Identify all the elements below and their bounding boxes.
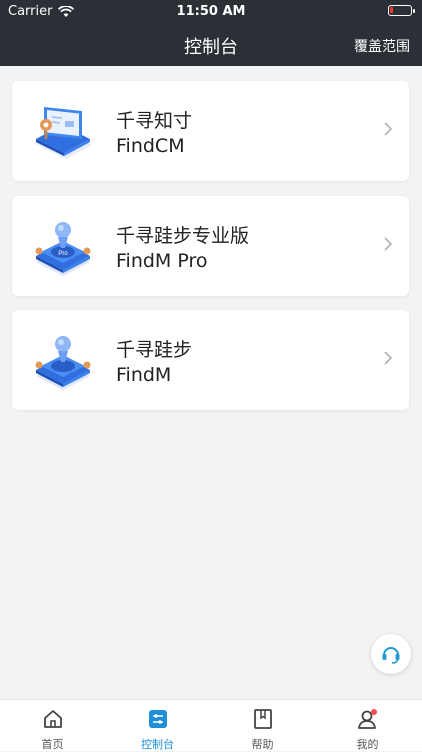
chevron-right-icon <box>384 122 393 136</box>
headset-icon <box>382 647 400 664</box>
product-subtitle: FindM Pro <box>116 250 208 272</box>
product-name: 千寻跬步专业版 <box>116 225 250 247</box>
battery-icon <box>388 5 415 16</box>
tab-help[interactable]: 帮助 <box>210 700 315 751</box>
product-subtitle: FindM <box>116 364 172 386</box>
product-card-findm[interactable]: 千寻跬步 FindM <box>12 310 409 410</box>
svg-text:Pro: Pro <box>58 251 68 257</box>
profile-icon <box>358 709 377 729</box>
nav-bar: 控制台 覆盖范围 <box>0 24 422 66</box>
product-name: 千寻知寸 <box>116 110 193 132</box>
chevron-right-icon <box>384 351 393 365</box>
tab-profile[interactable]: 我的 <box>315 700 420 751</box>
tab-home[interactable]: 首页 <box>0 700 105 751</box>
home-icon <box>44 710 62 728</box>
pro-positioning-illustration: Pro <box>35 222 91 276</box>
positioning-illustration <box>35 336 91 390</box>
product-name: 千寻跬步 <box>116 339 193 361</box>
product-card-findm-pro[interactable]: Pro 千寻跬步专业版 FindM Pro <box>12 196 409 296</box>
chevron-right-icon <box>384 237 393 251</box>
header: Carrier 11:50 AM 控制台 覆盖范围 <box>0 0 422 66</box>
product-subtitle: FindCM <box>116 135 185 157</box>
tab-console[interactable]: 控制台 <box>105 700 210 751</box>
product-card-findcm[interactable]: 千寻知寸 FindCM <box>12 81 409 181</box>
laptop-device-illustration <box>34 107 92 159</box>
coverage-button[interactable]: 覆盖范围 <box>354 36 410 56</box>
status-bar: Carrier 11:50 AM <box>0 0 422 24</box>
tab-bar: 首页 控制台 帮助 我的 <box>0 699 422 751</box>
help-book-icon <box>254 709 272 729</box>
status-time: 11:50 AM <box>176 4 246 19</box>
customer-service-button[interactable] <box>371 634 411 674</box>
console-icon <box>149 710 167 728</box>
